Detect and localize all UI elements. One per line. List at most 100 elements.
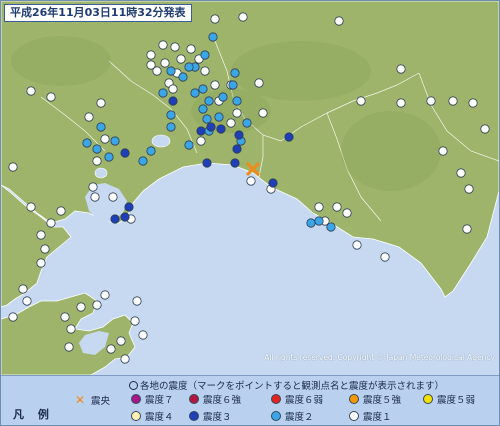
station-marker-intensity-1[interactable] <box>426 96 436 106</box>
station-marker-intensity-3[interactable] <box>230 158 240 168</box>
station-marker-intensity-1[interactable] <box>332 202 342 212</box>
station-marker-intensity-1[interactable] <box>238 12 248 22</box>
station-marker-intensity-2[interactable] <box>204 96 214 106</box>
station-marker-intensity-1[interactable] <box>120 354 130 364</box>
station-marker-intensity-2[interactable] <box>218 92 228 102</box>
station-marker-intensity-2[interactable] <box>166 110 176 120</box>
station-marker-intensity-1[interactable] <box>438 146 448 156</box>
station-marker-intensity-1[interactable] <box>200 66 210 76</box>
station-marker-intensity-1[interactable] <box>18 284 28 294</box>
station-marker-intensity-1[interactable] <box>210 80 220 90</box>
station-marker-intensity-3[interactable] <box>168 96 178 106</box>
station-marker-intensity-1[interactable] <box>448 96 458 106</box>
station-marker-intensity-3[interactable] <box>196 126 206 136</box>
station-marker-intensity-2[interactable] <box>198 84 208 94</box>
station-marker-intensity-1[interactable] <box>196 136 206 146</box>
station-marker-intensity-2[interactable] <box>306 218 316 228</box>
station-marker-intensity-1[interactable] <box>36 230 46 240</box>
station-marker-intensity-1[interactable] <box>462 224 472 234</box>
station-marker-intensity-2[interactable] <box>198 104 208 114</box>
station-marker-intensity-1[interactable] <box>84 112 94 122</box>
station-marker-intensity-2[interactable] <box>92 144 102 154</box>
station-marker-intensity-1[interactable] <box>64 342 74 352</box>
station-marker-intensity-1[interactable] <box>176 54 186 64</box>
station-marker-intensity-1[interactable] <box>342 208 352 218</box>
station-marker-intensity-1[interactable] <box>246 176 256 186</box>
station-marker-intensity-3[interactable] <box>268 178 278 188</box>
station-marker-intensity-2[interactable] <box>104 152 114 162</box>
station-marker-intensity-3[interactable] <box>284 132 294 142</box>
station-marker-intensity-2[interactable] <box>314 216 324 226</box>
station-marker-intensity-2[interactable] <box>158 88 168 98</box>
station-marker-intensity-1[interactable] <box>8 312 18 322</box>
station-marker-intensity-1[interactable] <box>76 302 86 312</box>
station-marker-intensity-3[interactable] <box>120 212 130 222</box>
station-marker-intensity-3[interactable] <box>234 130 244 140</box>
station-marker-intensity-1[interactable] <box>138 330 148 340</box>
station-marker-intensity-1[interactable] <box>468 98 478 108</box>
station-marker-intensity-2[interactable] <box>228 80 238 90</box>
station-marker-intensity-1[interactable] <box>210 14 220 24</box>
station-marker-intensity-2[interactable] <box>326 222 336 232</box>
station-marker-intensity-3[interactable] <box>120 148 130 158</box>
station-marker-intensity-1[interactable] <box>92 300 102 310</box>
station-marker-intensity-3[interactable] <box>202 158 212 168</box>
station-marker-intensity-1[interactable] <box>456 168 466 178</box>
station-marker-intensity-1[interactable] <box>168 84 178 94</box>
station-marker-intensity-2[interactable] <box>184 140 194 150</box>
station-marker-intensity-2[interactable] <box>200 50 210 60</box>
station-marker-intensity-1[interactable] <box>158 40 168 50</box>
station-marker-intensity-2[interactable] <box>232 96 242 106</box>
station-marker-intensity-2[interactable] <box>214 112 224 122</box>
station-marker-intensity-2[interactable] <box>82 138 92 148</box>
station-marker-intensity-2[interactable] <box>190 88 200 98</box>
station-marker-intensity-1[interactable] <box>46 92 56 102</box>
station-marker-intensity-3[interactable] <box>216 124 226 134</box>
station-marker-intensity-1[interactable] <box>66 324 76 334</box>
station-marker-intensity-1[interactable] <box>26 86 36 96</box>
station-marker-intensity-1[interactable] <box>56 206 66 216</box>
station-marker-intensity-1[interactable] <box>186 44 196 54</box>
station-marker-intensity-1[interactable] <box>90 192 100 202</box>
station-marker-intensity-1[interactable] <box>334 16 344 26</box>
station-marker-intensity-1[interactable] <box>106 344 116 354</box>
station-marker-intensity-1[interactable] <box>40 244 50 254</box>
station-marker-intensity-1[interactable] <box>130 316 140 326</box>
station-marker-intensity-1[interactable] <box>464 184 474 194</box>
station-marker-intensity-2[interactable] <box>184 62 194 72</box>
station-marker-intensity-2[interactable] <box>166 122 176 132</box>
station-marker-intensity-1[interactable] <box>396 98 406 108</box>
station-marker-intensity-1[interactable] <box>92 156 102 166</box>
station-marker-intensity-1[interactable] <box>60 312 70 322</box>
station-marker-intensity-2[interactable] <box>208 32 218 42</box>
station-marker-intensity-2[interactable] <box>230 68 240 78</box>
station-marker-intensity-2[interactable] <box>138 156 148 166</box>
station-marker-intensity-1[interactable] <box>380 252 390 262</box>
station-marker-intensity-1[interactable] <box>480 124 490 134</box>
station-marker-intensity-1[interactable] <box>396 64 406 74</box>
station-marker-intensity-3[interactable] <box>206 122 216 132</box>
station-marker-intensity-1[interactable] <box>232 108 242 118</box>
station-marker-intensity-2[interactable] <box>178 72 188 82</box>
station-marker-intensity-1[interactable] <box>170 42 180 52</box>
station-marker-intensity-1[interactable] <box>100 134 110 144</box>
station-marker-intensity-2[interactable] <box>166 66 176 76</box>
station-marker-intensity-1[interactable] <box>88 182 98 192</box>
station-marker-intensity-2[interactable] <box>96 122 106 132</box>
station-marker-intensity-1[interactable] <box>356 96 366 106</box>
station-marker-intensity-3[interactable] <box>124 202 134 212</box>
station-marker-intensity-1[interactable] <box>108 192 118 202</box>
station-marker-intensity-2[interactable] <box>110 136 120 146</box>
station-marker-intensity-2[interactable] <box>242 118 252 128</box>
station-marker-intensity-1[interactable] <box>116 336 126 346</box>
station-marker-intensity-1[interactable] <box>100 290 110 300</box>
station-marker-intensity-1[interactable] <box>8 162 18 172</box>
station-marker-intensity-1[interactable] <box>258 108 268 118</box>
station-marker-intensity-1[interactable] <box>314 202 324 212</box>
station-marker-intensity-1[interactable] <box>146 60 156 70</box>
station-marker-intensity-1[interactable] <box>160 58 170 68</box>
station-marker-intensity-1[interactable] <box>96 98 106 108</box>
station-marker-intensity-2[interactable] <box>146 146 156 156</box>
station-marker-intensity-3[interactable] <box>110 214 120 224</box>
station-marker-intensity-3[interactable] <box>232 144 242 154</box>
